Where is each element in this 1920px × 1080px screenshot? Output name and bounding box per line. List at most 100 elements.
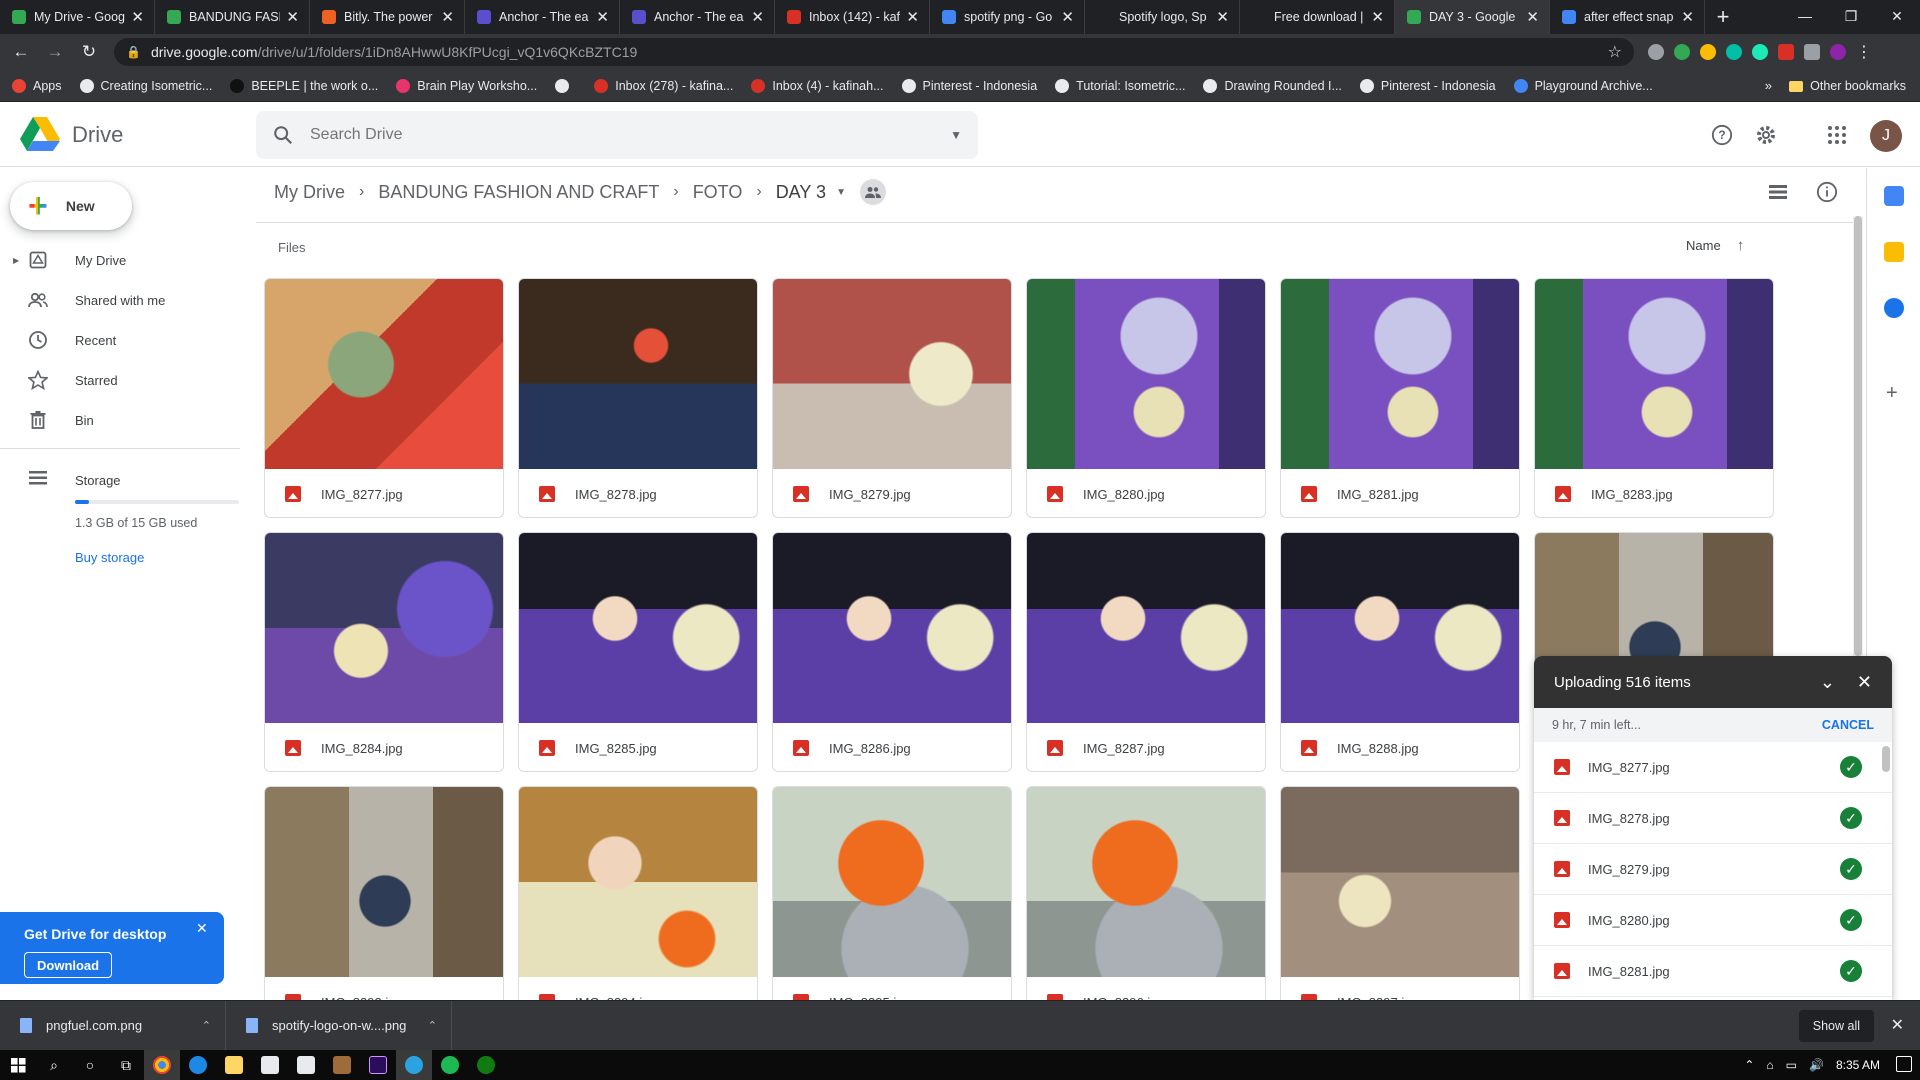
apps-grid-icon[interactable] (1825, 123, 1849, 147)
breadcrumb-item[interactable]: BANDUNG FASHION AND CRAFT (370, 182, 667, 203)
file-card[interactable]: IMG_8296.jpg (1026, 786, 1266, 1000)
upload-item[interactable]: IMG_8279.jpg ✓ (1534, 844, 1892, 895)
download-button[interactable]: Download (24, 952, 113, 978)
file-explorer-icon[interactable] (216, 1050, 252, 1080)
cancel-upload-button[interactable]: CANCEL (1822, 718, 1874, 732)
keep-icon[interactable] (1884, 242, 1904, 262)
profile-icon[interactable] (1830, 44, 1846, 60)
upload-list-scrollbar[interactable] (1882, 746, 1890, 772)
search-options-caret-icon[interactable]: ▼ (950, 128, 962, 142)
file-card[interactable]: IMG_8294.jpg (518, 786, 758, 1000)
chrome-menu-icon[interactable]: ⋮ (1856, 42, 1872, 62)
bookmark-item[interactable]: Inbox (278) - kafina... (594, 78, 733, 93)
browser-tab[interactable]: Spotify logo, Sp ✕ (1085, 0, 1240, 34)
task-view-icon[interactable]: ⧉ (108, 1050, 144, 1080)
tab-close-icon[interactable]: ✕ (596, 8, 609, 26)
show-all-button[interactable]: Show all (1798, 1010, 1874, 1042)
browser-tab[interactable]: Anchor - The ea ✕ (465, 0, 620, 34)
sidebar-item-storage[interactable]: Storage (0, 460, 256, 500)
after-effects-icon[interactable] (360, 1050, 396, 1080)
bookmark-item[interactable]: Playground Archive... (1513, 78, 1653, 93)
sidebar-item-my-drive[interactable]: ▶ My Drive (0, 240, 256, 280)
sort-by-name[interactable]: Name ↑ (1686, 237, 1744, 254)
bookmark-item[interactable] (555, 78, 576, 93)
m-extension-icon[interactable] (1726, 44, 1742, 60)
search-bar[interactable]: ▼ (256, 111, 978, 159)
upload-item[interactable]: IMG_8278.jpg ✓ (1534, 793, 1892, 844)
tab-close-icon[interactable]: ✕ (441, 8, 454, 26)
browser-tab[interactable]: Free download | ✕ (1240, 0, 1395, 34)
address-bar[interactable]: 🔒 drive.google.com /drive/u/1/folders/1i… (114, 38, 1634, 66)
restore-icon[interactable]: ❐ (1828, 0, 1874, 34)
download-options-chevron-icon[interactable]: ⌃ (428, 1019, 437, 1032)
search-taskbar-icon[interactable]: ⌕ (36, 1050, 72, 1080)
file-card[interactable]: IMG_8281.jpg (1280, 278, 1520, 518)
browser-tab[interactable]: DAY 3 - Google ✕ (1395, 0, 1550, 34)
sidebar-item-shared-with-me[interactable]: Shared with me (0, 280, 256, 320)
scrollbar-thumb[interactable] (1854, 216, 1862, 656)
sidebar-item-bin[interactable]: Bin (0, 400, 256, 440)
tasks-icon[interactable] (1884, 298, 1904, 318)
current-folder-crumb[interactable]: DAY 3 (768, 182, 834, 203)
puzzle-extension-icon[interactable] (1804, 44, 1820, 60)
sidebar-item-recent[interactable]: Recent (0, 320, 256, 360)
tab-close-icon[interactable]: ✕ (1061, 8, 1074, 26)
shared-folder-people-icon[interactable] (859, 179, 886, 205)
bookmark-item[interactable]: Brain Play Worksho... (396, 78, 537, 93)
minimize-icon[interactable]: — (1782, 0, 1828, 34)
file-card[interactable]: IMG_8279.jpg (772, 278, 1012, 518)
shield-extension-icon[interactable] (1648, 44, 1664, 60)
file-card[interactable]: IMG_8280.jpg (1026, 278, 1266, 518)
bookmark-star-icon[interactable]: ☆ (1608, 42, 1622, 62)
file-card[interactable]: IMG_8285.jpg (518, 532, 758, 772)
winrar-icon[interactable] (324, 1050, 360, 1080)
bookmark-item[interactable]: Drawing Rounded I... (1203, 78, 1342, 93)
close-icon[interactable]: ✕ (1857, 672, 1872, 693)
bookmark-item[interactable]: BEEPLE | the work o... (230, 78, 378, 93)
battery-icon[interactable]: ▭ (1786, 1058, 1797, 1072)
mail-icon[interactable] (288, 1050, 324, 1080)
browser-tab[interactable]: after effect snap ✕ (1550, 0, 1705, 34)
network-icon[interactable]: ⌂ (1766, 1058, 1773, 1072)
mate-extension-icon[interactable] (1700, 44, 1716, 60)
adblock-extension-icon[interactable] (1778, 44, 1794, 60)
tab-close-icon[interactable]: ✕ (1216, 8, 1229, 26)
tab-close-icon[interactable]: ✕ (751, 8, 764, 26)
file-card[interactable]: IMG_8286.jpg (772, 532, 1012, 772)
bookmark-item[interactable]: Tutorial: Isometric... (1055, 78, 1185, 93)
close-shelf-icon[interactable]: ✕ (1891, 1015, 1904, 1035)
search-input[interactable] (310, 126, 910, 144)
buy-storage-link[interactable]: Buy storage (75, 550, 144, 565)
chrome-taskbar-icon[interactable] (144, 1050, 180, 1080)
clock[interactable]: 8:35 AM (1836, 1058, 1880, 1072)
store-icon[interactable] (252, 1050, 288, 1080)
upload-item[interactable]: IMG_8280.jpg ✓ (1534, 895, 1892, 946)
upload-item[interactable]: IMG_8277.jpg ✓ (1534, 742, 1892, 793)
download-item[interactable]: spotify-logo-on-w....png ⌃ (226, 1000, 452, 1051)
breadcrumb-item[interactable]: My Drive (266, 182, 353, 203)
windows-start-icon[interactable] (0, 1050, 36, 1080)
tab-close-icon[interactable]: ✕ (1681, 8, 1694, 26)
grammarly-extension-icon[interactable] (1752, 44, 1768, 60)
tab-close-icon[interactable]: ✕ (1526, 8, 1539, 26)
tab-close-icon[interactable]: ✕ (131, 8, 144, 26)
bookmark-item[interactable]: Pinterest - Indonesia (901, 78, 1037, 93)
file-card[interactable]: IMG_8295.jpg (772, 786, 1012, 1000)
edge-taskbar-icon[interactable] (180, 1050, 216, 1080)
xbox-icon[interactable] (468, 1050, 504, 1080)
calendar-icon[interactable] (1884, 186, 1904, 206)
upload-item[interactable]: IMG_8281.jpg ✓ (1534, 946, 1892, 997)
browser-tab[interactable]: Bitly. The power ✕ (310, 0, 465, 34)
reload-icon[interactable]: ↻ (76, 39, 102, 65)
notification-icon[interactable] (1896, 1056, 1912, 1072)
search-icon[interactable] (272, 124, 294, 146)
file-card[interactable]: IMG_8284.jpg (264, 532, 504, 772)
account-avatar[interactable]: J (1870, 120, 1902, 152)
file-card[interactable]: IMG_8288.jpg (1280, 532, 1520, 772)
tab-close-icon[interactable]: ✕ (906, 8, 919, 26)
browser-tab[interactable]: Inbox (142) - kaf ✕ (775, 0, 930, 34)
folder-menu-caret-icon[interactable]: ▼ (836, 187, 846, 198)
browser-tab[interactable]: My Drive - Goog ✕ (0, 0, 155, 34)
download-item[interactable]: pngfuel.com.png ⌃ (0, 1000, 226, 1051)
color-extension-icon[interactable] (1674, 44, 1690, 60)
